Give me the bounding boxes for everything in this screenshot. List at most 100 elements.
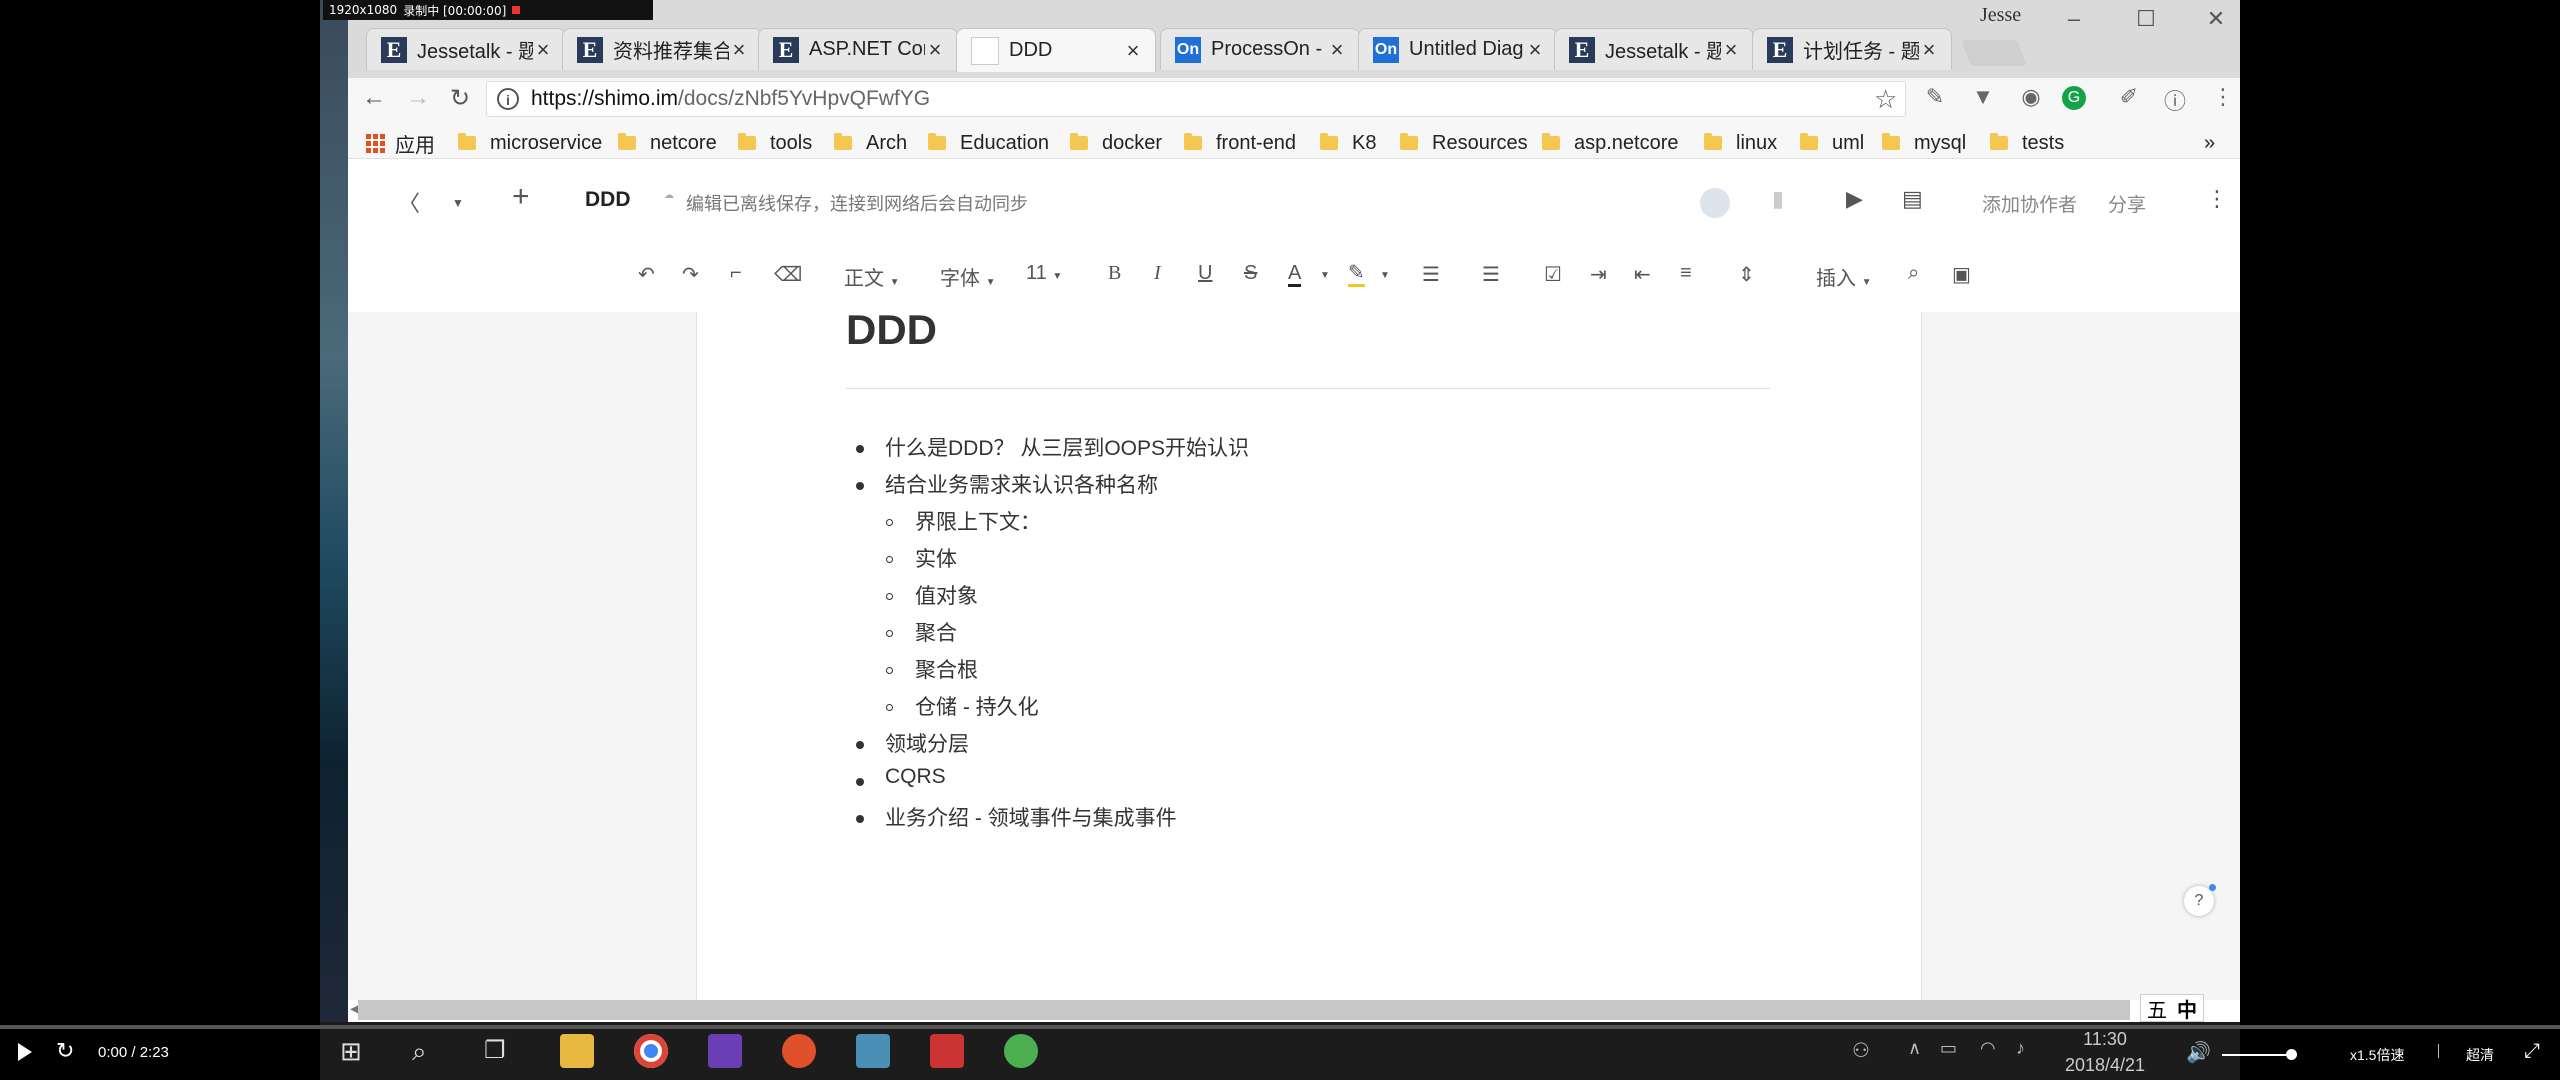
horizontal-scrollbar[interactable] <box>358 1000 2130 1020</box>
paragraph-style-select[interactable]: 正文 ▼ <box>844 262 899 291</box>
tab-4[interactable]: On ProcessOn - × <box>1160 28 1360 70</box>
bookmark-apps[interactable]: 应用 <box>366 130 435 157</box>
battery-icon[interactable]: ▭ <box>1940 1038 1957 1059</box>
bookmark-folder[interactable]: Arch <box>834 130 907 156</box>
checklist-icon[interactable]: ☑ <box>1544 262 1562 287</box>
menu-icon[interactable]: ⋮ <box>2206 84 2240 110</box>
help-icon[interactable]: ? <box>2184 884 2216 916</box>
chrome-icon[interactable] <box>634 1034 668 1068</box>
sub-list-item[interactable]: 界限上下文： <box>915 506 1041 536</box>
highlight-icon[interactable]: ✎ <box>1348 262 1365 287</box>
dropdown-icon[interactable]: ▼ <box>1320 270 1330 281</box>
app-icon[interactable] <box>782 1034 816 1068</box>
bookmarks-more-icon[interactable]: » <box>2204 130 2215 156</box>
add-comment-icon[interactable]: ▣ <box>1952 262 1971 287</box>
italic-button[interactable]: I <box>1154 262 1161 285</box>
back-icon[interactable]: ← <box>356 84 392 112</box>
forward-icon[interactable]: → <box>400 84 436 112</box>
bold-button[interactable]: B <box>1108 262 1121 285</box>
redo-icon[interactable]: ↷ <box>682 262 699 287</box>
tab-1[interactable]: E 资料推荐集合 × <box>562 28 762 70</box>
file-explorer-icon[interactable] <box>560 1034 594 1068</box>
maximize-icon[interactable]: ☐ <box>2126 6 2166 32</box>
bookmark-folder[interactable]: netcore <box>618 130 717 156</box>
search-icon[interactable]: ⌕ <box>412 1036 427 1068</box>
playback-speed-button[interactable]: x1.5倍速 <box>2350 1045 2404 1065</box>
align-icon[interactable]: ≡ <box>1680 262 1692 285</box>
tab-0[interactable]: E Jessetalk - 题 × <box>366 28 566 70</box>
list-item[interactable]: 业务介绍 - 领域事件与集成事件 <box>885 802 1177 832</box>
bookmark-folder[interactable]: microservice <box>458 130 602 156</box>
line-spacing-icon[interactable]: ⇕ <box>1738 262 1755 287</box>
tab-5[interactable]: On Untitled Diag × <box>1358 28 1558 70</box>
font-select[interactable]: 字体 ▼ <box>940 262 995 291</box>
document-title[interactable]: DDD <box>846 306 937 354</box>
bookmark-folder[interactable]: tests <box>1990 130 2064 156</box>
close-tab-icon[interactable]: × <box>533 37 553 63</box>
volume-knob[interactable] <box>2286 1049 2297 1060</box>
sub-list-item[interactable]: 实体 <box>915 543 957 573</box>
close-tab-icon[interactable]: × <box>1123 38 1143 64</box>
dropdown-icon[interactable]: ▼ <box>1380 270 1390 281</box>
ordered-list-icon[interactable]: ☰ <box>1422 262 1440 287</box>
document-name[interactable]: DDD <box>585 188 631 212</box>
video-progress-bar[interactable] <box>0 1025 2560 1029</box>
extension-icon[interactable]: ▼ <box>1966 84 2000 110</box>
bookmark-star-icon[interactable]: ☆ <box>1874 84 1897 115</box>
play-icon[interactable] <box>18 1043 32 1061</box>
bookmark-folder[interactable]: tools <box>738 130 812 156</box>
app-icon[interactable] <box>930 1034 964 1068</box>
comment-icon[interactable]: ▤ <box>1902 186 1923 212</box>
volume-tray-icon[interactable]: ♪ <box>2016 1038 2025 1059</box>
bookmark-folder[interactable]: mysql <box>1882 130 1966 156</box>
app-icon[interactable] <box>856 1034 890 1068</box>
close-tab-icon[interactable]: × <box>1525 37 1545 63</box>
grammarly-icon[interactable]: G <box>2062 86 2086 110</box>
ime-indicator[interactable]: 五 中 <box>2140 994 2204 1022</box>
bookmark-folder[interactable]: Resources <box>1400 130 1528 156</box>
sub-list-item[interactable]: 仓储 - 持久化 <box>915 691 1039 721</box>
list-item[interactable]: 结合业务需求来认识各种名称 <box>885 469 1158 499</box>
indent-icon[interactable]: ⇥ <box>1590 262 1607 287</box>
tab-7[interactable]: E 计划任务 - 题 × <box>1752 28 1952 70</box>
share-button[interactable]: 分享 <box>2108 190 2146 217</box>
tab-3[interactable]: DDD × <box>956 28 1156 72</box>
reload-icon[interactable]: ↻ <box>442 84 478 113</box>
task-view-icon[interactable]: ❐ <box>484 1036 506 1065</box>
close-tab-icon[interactable]: × <box>1721 37 1741 63</box>
fullscreen-icon[interactable]: ⤢ <box>2524 1040 2540 1063</box>
wechat-icon[interactable] <box>1004 1034 1038 1068</box>
outdent-icon[interactable]: ⇤ <box>1634 262 1651 287</box>
visual-studio-icon[interactable] <box>708 1034 742 1068</box>
address-bar[interactable]: i https://shimo.im/docs/zNbf5YvHpvQFwfYG <box>486 81 1906 117</box>
tab-6[interactable]: E Jessetalk - 题 × <box>1554 28 1754 70</box>
bookmark-folder[interactable]: asp.netcore <box>1542 130 1679 156</box>
bookmark-icon[interactable]: ▮ <box>1772 186 1784 212</box>
present-icon[interactable]: ▶ <box>1846 186 1863 212</box>
bookmark-folder[interactable]: K8 <box>1320 130 1376 156</box>
dropdown-icon[interactable]: ▼ <box>452 196 464 210</box>
undo-icon[interactable]: ↶ <box>638 262 655 287</box>
extension-icon[interactable]: ✐ <box>2112 84 2146 110</box>
underline-button[interactable]: U <box>1198 262 1212 285</box>
bookmark-folder[interactable]: uml <box>1800 130 1864 156</box>
volume-icon[interactable]: 🔊 <box>2186 1040 2211 1065</box>
wifi-icon[interactable]: ◠ <box>1980 1038 1996 1059</box>
add-collaborator-button[interactable]: 添加协作者 <box>1982 190 2077 217</box>
sub-list-item[interactable]: 值对象 <box>915 580 978 610</box>
system-clock[interactable]: 11:30 2018/4/21 <box>2060 1026 2150 1078</box>
bookmark-folder[interactable]: docker <box>1070 130 1162 156</box>
new-doc-icon[interactable]: + <box>512 180 530 214</box>
back-chevron-icon[interactable]: 〈 <box>398 186 420 218</box>
replay-icon[interactable]: ↻ <box>56 1038 74 1064</box>
avatar[interactable] <box>1700 188 1730 218</box>
font-size-select[interactable]: 11 ▼ <box>1026 262 1062 285</box>
close-tab-icon[interactable]: × <box>729 37 749 63</box>
sub-list-item[interactable]: 聚合根 <box>915 654 978 684</box>
extension-icon[interactable]: ◉ <box>2014 84 2048 110</box>
bookmark-folder[interactable]: linux <box>1704 130 1777 156</box>
tab-2[interactable]: E ASP.NET Cor × <box>758 28 958 70</box>
extension-icon[interactable]: ⓘ <box>2158 84 2192 116</box>
document-page[interactable] <box>696 312 1922 1000</box>
format-painter-icon[interactable]: ⌐ <box>730 262 742 285</box>
